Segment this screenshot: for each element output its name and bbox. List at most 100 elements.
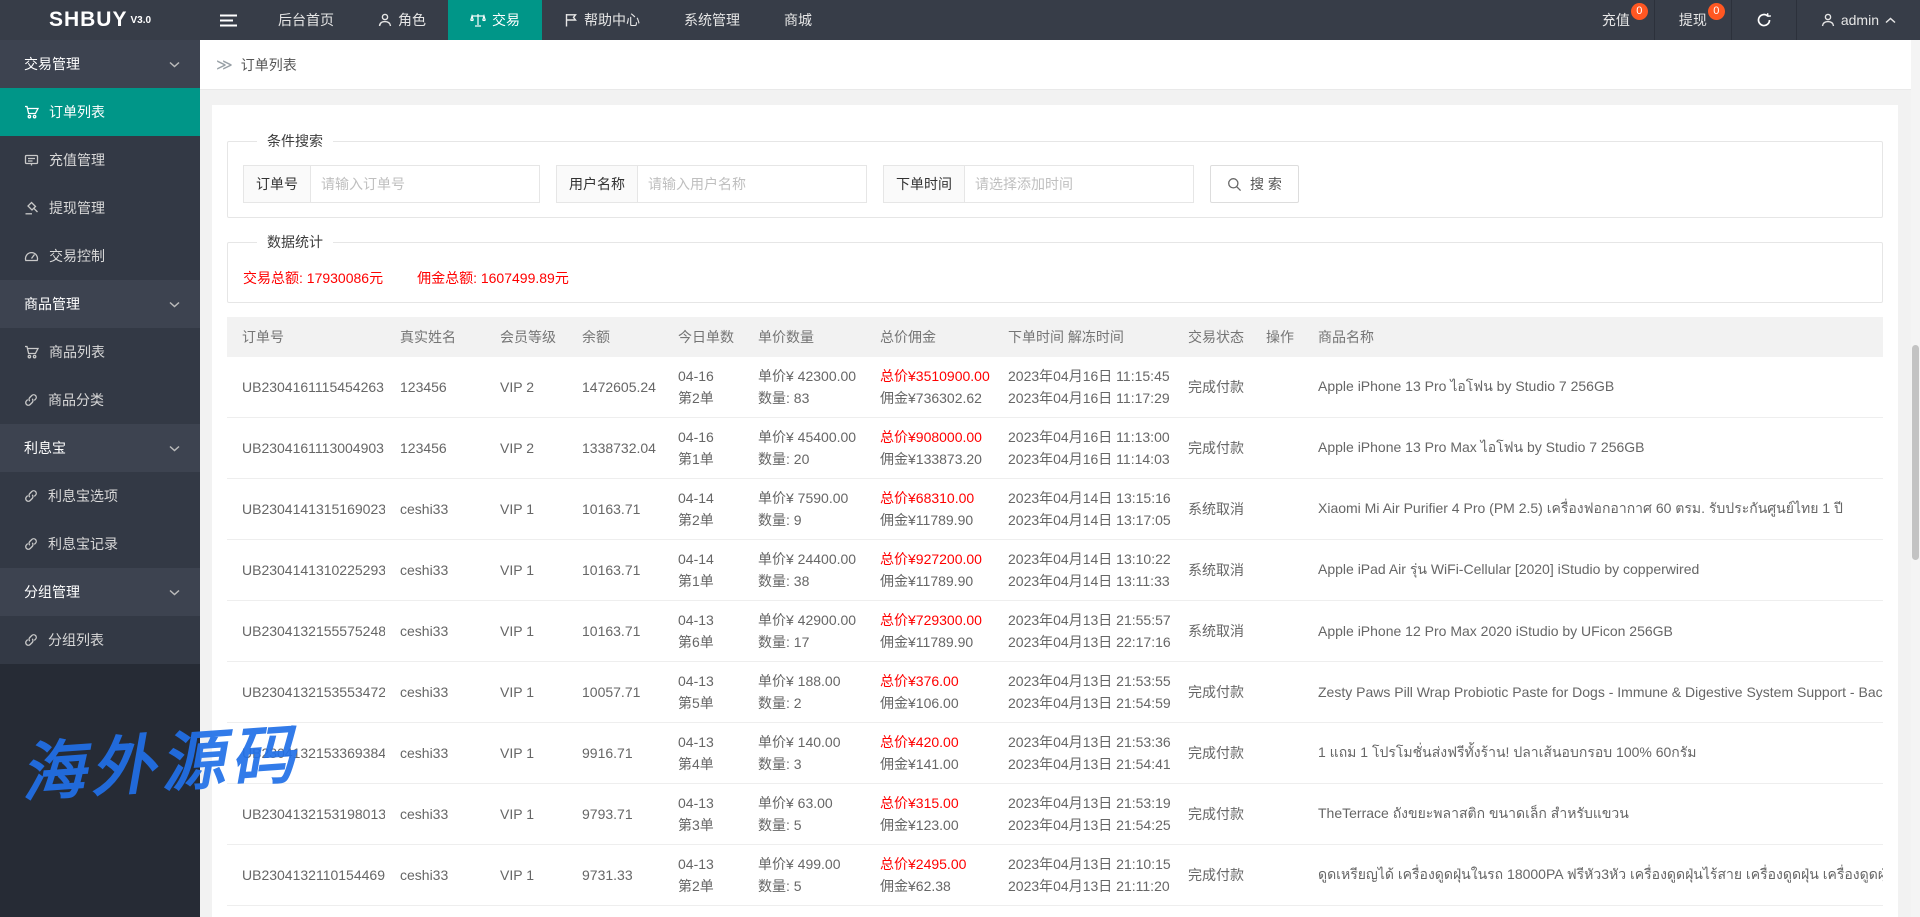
sidebar-item-withdraw-management[interactable]: 提现管理 xyxy=(0,184,200,232)
table-row[interactable]: UB2304132153369384 ceshi33 VIP 1 9916.71… xyxy=(227,722,1883,784)
cell-price-qty: 单价¥ 42900.00 数量: 17 xyxy=(743,600,865,662)
scrollbar-thumb[interactable] xyxy=(1912,345,1919,560)
menu-item-help-center[interactable]: 帮助中心 xyxy=(542,0,662,40)
order-table-header: 订单号 真实姓名 会员等级 余额 今日单数 单价数量 总价佣金 下单时间 解冻时… xyxy=(227,317,1883,357)
top-navbar: SHBUY V3.0 后台首页 角色 交易 帮助中心 系统管理 商城 充值 0 … xyxy=(0,0,1920,40)
order-no-input[interactable] xyxy=(310,165,540,203)
col-order-no: 订单号 xyxy=(227,317,385,357)
sidebar-group-trade-management[interactable]: 交易管理 xyxy=(0,40,200,88)
order-table-body: UB2304161115454263 123456 VIP 2 1472605.… xyxy=(227,357,1883,917)
withdraw-button[interactable]: 提现 0 xyxy=(1653,0,1731,40)
card-icon xyxy=(24,153,39,167)
sidebar-item-product-category[interactable]: 商品分类 xyxy=(0,376,200,424)
table-row[interactable]: UB2304132155575248 ceshi33 VIP 1 10163.7… xyxy=(227,600,1883,662)
sidebar-item-order-list[interactable]: 订单列表 xyxy=(0,88,200,136)
sidebar-item-group-list[interactable]: 分组列表 xyxy=(0,616,200,664)
sidebar-item-product-list[interactable]: 商品列表 xyxy=(0,328,200,376)
cell-price-qty: 单价¥ 188.00 数量: 2 xyxy=(743,661,865,723)
refresh-icon xyxy=(1756,12,1772,28)
table-row[interactable]: UB2304132106562365 ceshi33 VIP 1 9613.53… xyxy=(227,905,1883,917)
cell-price-qty: 单价¥ 7590.00 数量: 9 xyxy=(743,478,865,540)
table-row[interactable]: UB2304132110154469 ceshi33 VIP 1 9731.33… xyxy=(227,844,1883,906)
sidebar-item-label: 交易控制 xyxy=(49,248,105,264)
table-row[interactable]: UB2304132153553472 ceshi33 VIP 1 10057.7… xyxy=(227,661,1883,723)
table-row[interactable]: UB2304132153198013 ceshi33 VIP 1 9793.71… xyxy=(227,783,1883,845)
link-icon xyxy=(24,489,38,503)
cell-day-orders: 04-14 第1单 xyxy=(663,539,743,601)
app-logo[interactable]: SHBUY V3.0 xyxy=(0,0,200,40)
cell-total-commission: 总价¥315.00 佣金¥123.00 xyxy=(865,783,993,845)
cell-trade-status: 完成付款 xyxy=(1173,357,1251,418)
sidebar-item-interest-records[interactable]: 利息宝记录 xyxy=(0,520,200,568)
cell-total-commission: 总价¥4712.00佣金¥117.80 xyxy=(865,905,993,917)
cell-real-name: ceshi33 xyxy=(385,600,485,662)
cell-order-no: UB2304161115454263 xyxy=(227,357,385,418)
table-row[interactable]: UB2304141315169023 ceshi33 VIP 1 10163.7… xyxy=(227,478,1883,540)
cell-total-commission: 总价¥927200.00 佣金¥11789.90 xyxy=(865,539,993,601)
sidebar-group-group-management[interactable]: 分组管理 xyxy=(0,568,200,616)
search-legend: 条件搜索 xyxy=(267,133,323,149)
refresh-button[interactable] xyxy=(1730,0,1796,40)
chevron-up-icon xyxy=(1885,16,1896,24)
username-input[interactable] xyxy=(637,165,867,203)
menu-item-dashboard[interactable]: 后台首页 xyxy=(256,0,356,40)
menu-item-label: 交易 xyxy=(492,12,520,28)
recharge-button[interactable]: 充值 0 xyxy=(1578,0,1654,40)
cell-real-name: ceshi33 xyxy=(385,539,485,601)
sidebar-group-label: 交易管理 xyxy=(24,56,80,72)
sidebar-item-trade-control[interactable]: 交易控制 xyxy=(0,232,200,280)
col-total-commission: 总价佣金 xyxy=(865,317,993,357)
cell-action xyxy=(1251,357,1303,418)
order-time-input[interactable] xyxy=(964,165,1194,203)
sidebar-group-interest-treasure[interactable]: 利息宝 xyxy=(0,424,200,472)
cell-product-name: 1 แถม 1 โปรโมชั่นส่งฟรีทั้งร้าน! ปลาเส้น… xyxy=(1303,722,1883,784)
page-scrollbar[interactable] xyxy=(1911,40,1920,917)
cell-action xyxy=(1251,783,1303,845)
cell-action xyxy=(1251,539,1303,601)
cell-member-level: VIP 1 xyxy=(485,783,567,845)
menu-item-roles[interactable]: 角色 xyxy=(356,0,448,40)
sidebar-group-product-management[interactable]: 商品管理 xyxy=(0,280,200,328)
menu-item-label: 系统管理 xyxy=(684,12,740,28)
menu-item-trade[interactable]: 交易 xyxy=(448,0,542,40)
cell-member-level: VIP 1 xyxy=(485,844,567,906)
cell-order-time: 2023年04月13日 21:10:15 2023年04月13日 21:11:20 xyxy=(993,844,1173,906)
sidebar-group-label: 商品管理 xyxy=(24,296,80,312)
cell-action xyxy=(1251,905,1303,917)
menu-item-system[interactable]: 系统管理 xyxy=(662,0,762,40)
order-table: 订单号 真实姓名 会员等级 余额 今日单数 单价数量 总价佣金 下单时间 解冻时… xyxy=(227,317,1883,917)
total-commission-amount: 佣金总额: 1607499.89元 xyxy=(417,270,569,286)
sidebar: 交易管理 订单列表 充值管理 提现管理 交易控制 商品管理 商品列表 商品分类 … xyxy=(0,40,200,917)
cell-product-name: Apple iPhone 12 Pro Max 2020 iStudio by … xyxy=(1303,600,1883,662)
cell-action xyxy=(1251,478,1303,540)
menu-item-label: 帮助中心 xyxy=(584,12,640,28)
sidebar-group-label: 利息宝 xyxy=(24,440,66,456)
order-time-field-group: 下单时间 xyxy=(883,165,1194,203)
gavel-icon xyxy=(24,201,39,215)
stats-legend: 数据统计 xyxy=(267,234,323,250)
cell-order-time: 2023年04月13日 21:06:562023年04月13日 21:08:05 xyxy=(993,905,1173,917)
cell-order-no: UB2304132110154469 xyxy=(227,844,385,906)
double-angle-icon: ≫ xyxy=(216,56,233,74)
cell-action xyxy=(1251,417,1303,479)
cell-total-commission: 总价¥420.00 佣金¥141.00 xyxy=(865,722,993,784)
cell-day-orders: 04-13 第4单 xyxy=(663,722,743,784)
sidebar-collapse-button[interactable] xyxy=(200,0,256,40)
sidebar-item-interest-options[interactable]: 利息宝选项 xyxy=(0,472,200,520)
table-row[interactable]: UB2304161113004903 123456 VIP 2 1338732.… xyxy=(227,417,1883,479)
cell-price-qty: 单价¥ 499.00 数量: 5 xyxy=(743,844,865,906)
table-row[interactable]: UB2304141310225293 ceshi33 VIP 1 10163.7… xyxy=(227,539,1883,601)
sidebar-item-label: 提现管理 xyxy=(49,200,105,216)
cell-day-orders: 04-13 第5单 xyxy=(663,661,743,723)
search-button[interactable]: 搜 索 xyxy=(1210,165,1299,203)
col-action: 操作 xyxy=(1251,317,1303,357)
user-menu[interactable]: admin xyxy=(1795,0,1920,40)
cell-order-time: 2023年04月13日 21:53:36 2023年04月13日 21:54:41 xyxy=(993,722,1173,784)
cell-balance: 9613.53 xyxy=(567,905,663,917)
sidebar-item-recharge-management[interactable]: 充值管理 xyxy=(0,136,200,184)
table-row[interactable]: UB2304161115454263 123456 VIP 2 1472605.… xyxy=(227,357,1883,418)
cell-member-level: VIP 2 xyxy=(485,357,567,418)
menu-item-mall[interactable]: 商城 xyxy=(762,0,834,40)
username-field-group: 用户名称 xyxy=(556,165,867,203)
cell-order-time: 2023年04月14日 13:15:16 2023年04月14日 13:17:05 xyxy=(993,478,1173,540)
